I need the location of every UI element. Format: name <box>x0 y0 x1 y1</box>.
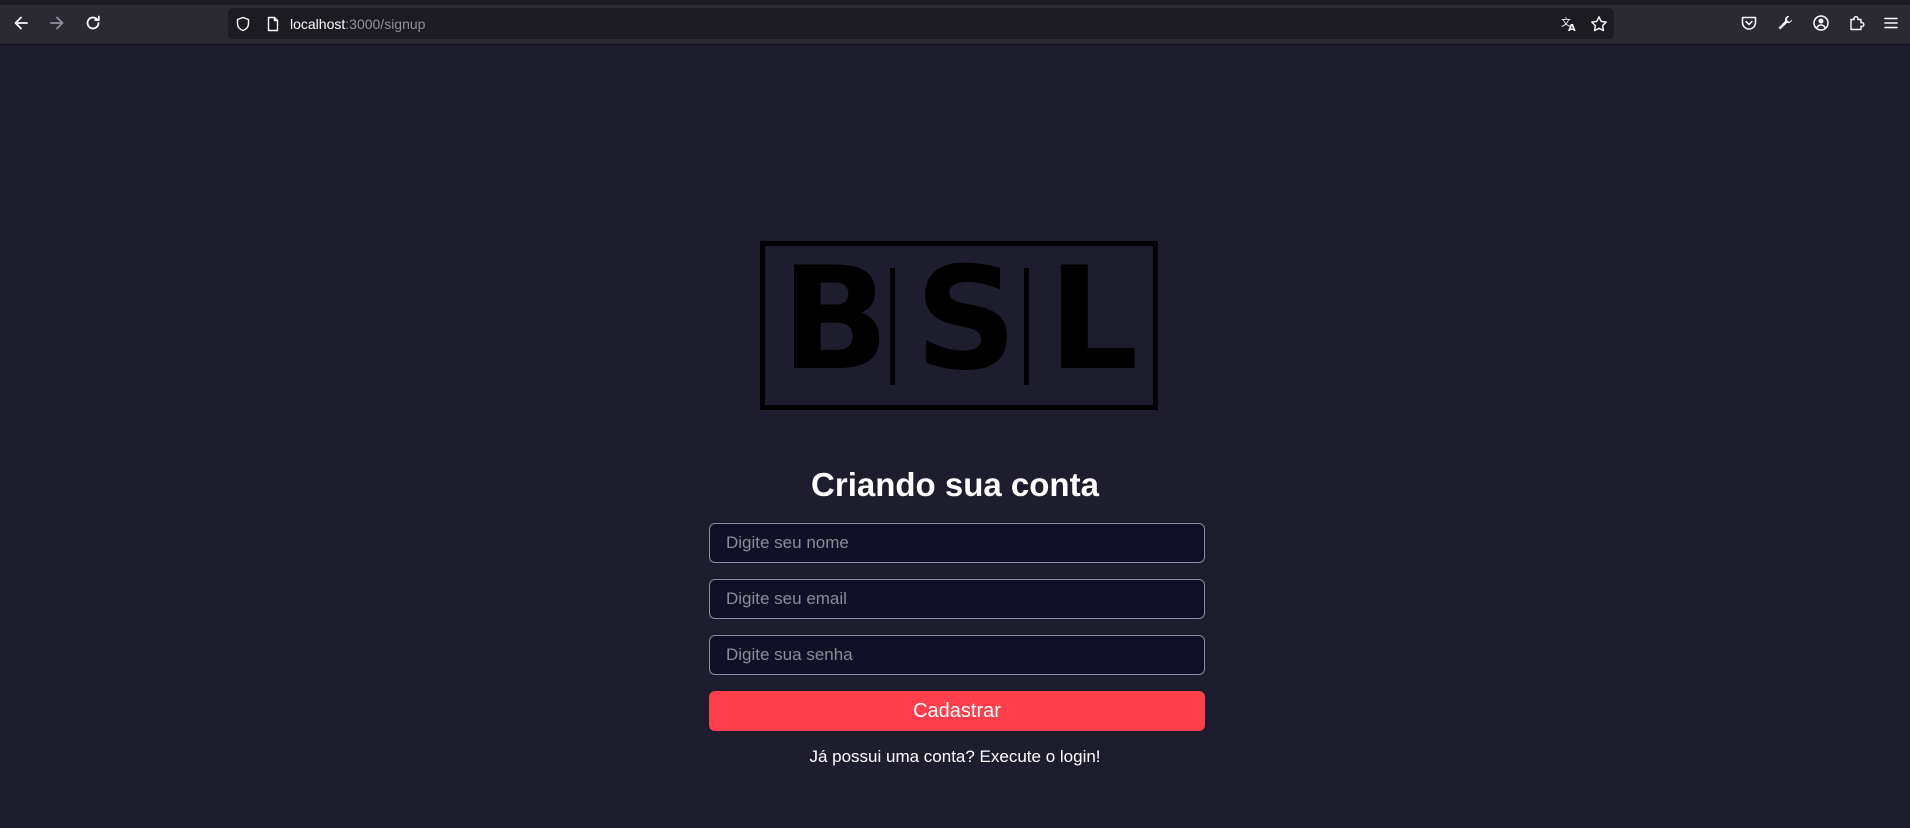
url-text[interactable]: localhost:3000/signup <box>290 16 425 32</box>
reload-icon[interactable] <box>80 10 106 36</box>
pocket-icon[interactable] <box>1736 10 1762 36</box>
account-icon[interactable] <box>1808 10 1834 36</box>
browser-toolbar: localhost:3000/signup 文A <box>0 0 1910 45</box>
hamburger-menu-icon[interactable] <box>1878 10 1904 36</box>
logo-letter-s: S <box>915 237 1018 402</box>
translate-icon[interactable]: 文A <box>1560 15 1578 33</box>
url-bar[interactable]: localhost:3000/signup 文A <box>228 8 1614 39</box>
star-icon[interactable] <box>1590 15 1608 33</box>
logo-divider <box>890 268 895 385</box>
logo-letter-l: L <box>1048 237 1139 402</box>
page-title: Criando sua conta <box>811 466 1099 503</box>
puzzle-icon[interactable] <box>1844 10 1870 36</box>
url-host: localhost <box>290 16 346 32</box>
forward-arrow-icon[interactable] <box>44 10 70 36</box>
logo-divider <box>1024 268 1029 385</box>
name-input[interactable] <box>709 523 1205 563</box>
login-link[interactable]: Já possui uma conta? Execute o login! <box>0 747 1910 767</box>
back-arrow-icon[interactable] <box>8 10 34 36</box>
wrench-icon[interactable] <box>1772 10 1798 36</box>
url-path: :3000/signup <box>345 16 426 32</box>
signup-button[interactable]: Cadastrar <box>709 691 1205 731</box>
logo-letter-b: B <box>781 237 890 402</box>
shield-icon[interactable] <box>234 15 252 33</box>
password-input[interactable] <box>709 635 1205 675</box>
page-icon[interactable] <box>264 15 282 33</box>
svg-text:A: A <box>1568 23 1576 33</box>
tab-strip <box>0 0 1910 5</box>
email-input[interactable] <box>709 579 1205 619</box>
bsl-logo: B S L <box>760 237 1158 410</box>
